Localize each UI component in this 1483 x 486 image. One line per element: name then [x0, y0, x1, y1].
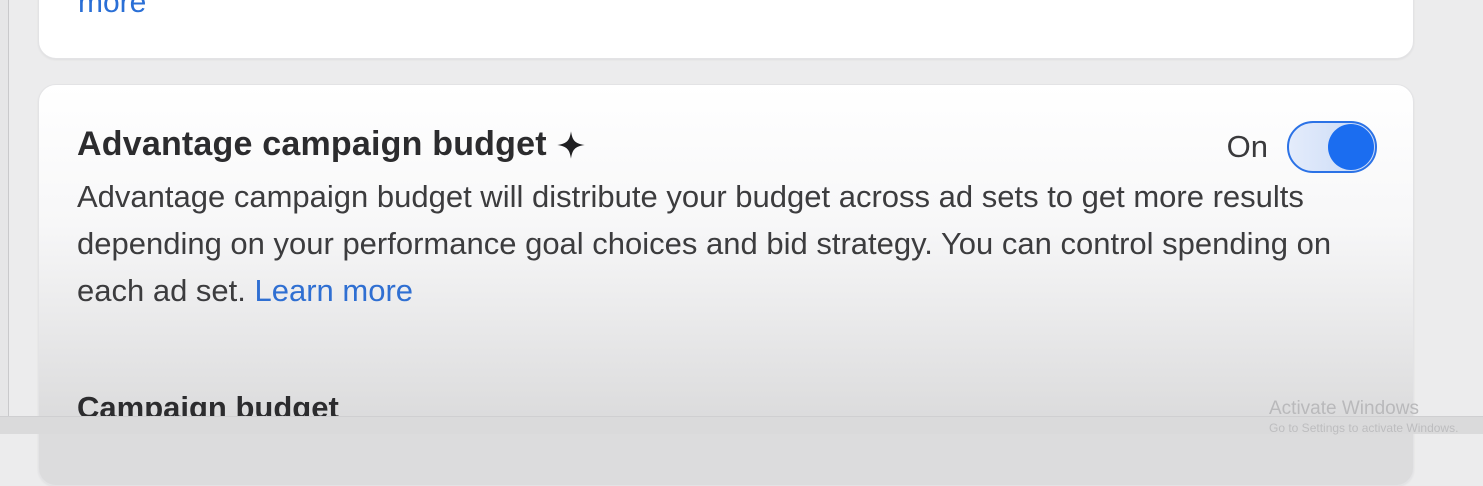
see-more-link[interactable]: more	[78, 0, 146, 18]
advantage-budget-toggle-group: On	[1227, 121, 1377, 173]
activate-windows-watermark: Activate Windows	[1269, 398, 1419, 419]
card-title: Advantage campaign budget	[77, 125, 547, 163]
toggle-knob	[1328, 124, 1374, 170]
previous-settings-card: more	[38, 0, 1414, 59]
advantage-budget-toggle[interactable]	[1287, 121, 1377, 173]
left-rail	[0, 0, 9, 433]
sparkle-icon	[556, 130, 585, 159]
learn-more-link[interactable]: Learn more	[255, 273, 414, 308]
toggle-state-label: On	[1226, 129, 1268, 164]
advantage-campaign-budget-heading: Advantage campaign budget	[77, 125, 586, 164]
advantage-budget-description: Advantage campaign budget will distribut…	[77, 173, 1357, 314]
bottom-edge-strip	[0, 416, 1483, 434]
